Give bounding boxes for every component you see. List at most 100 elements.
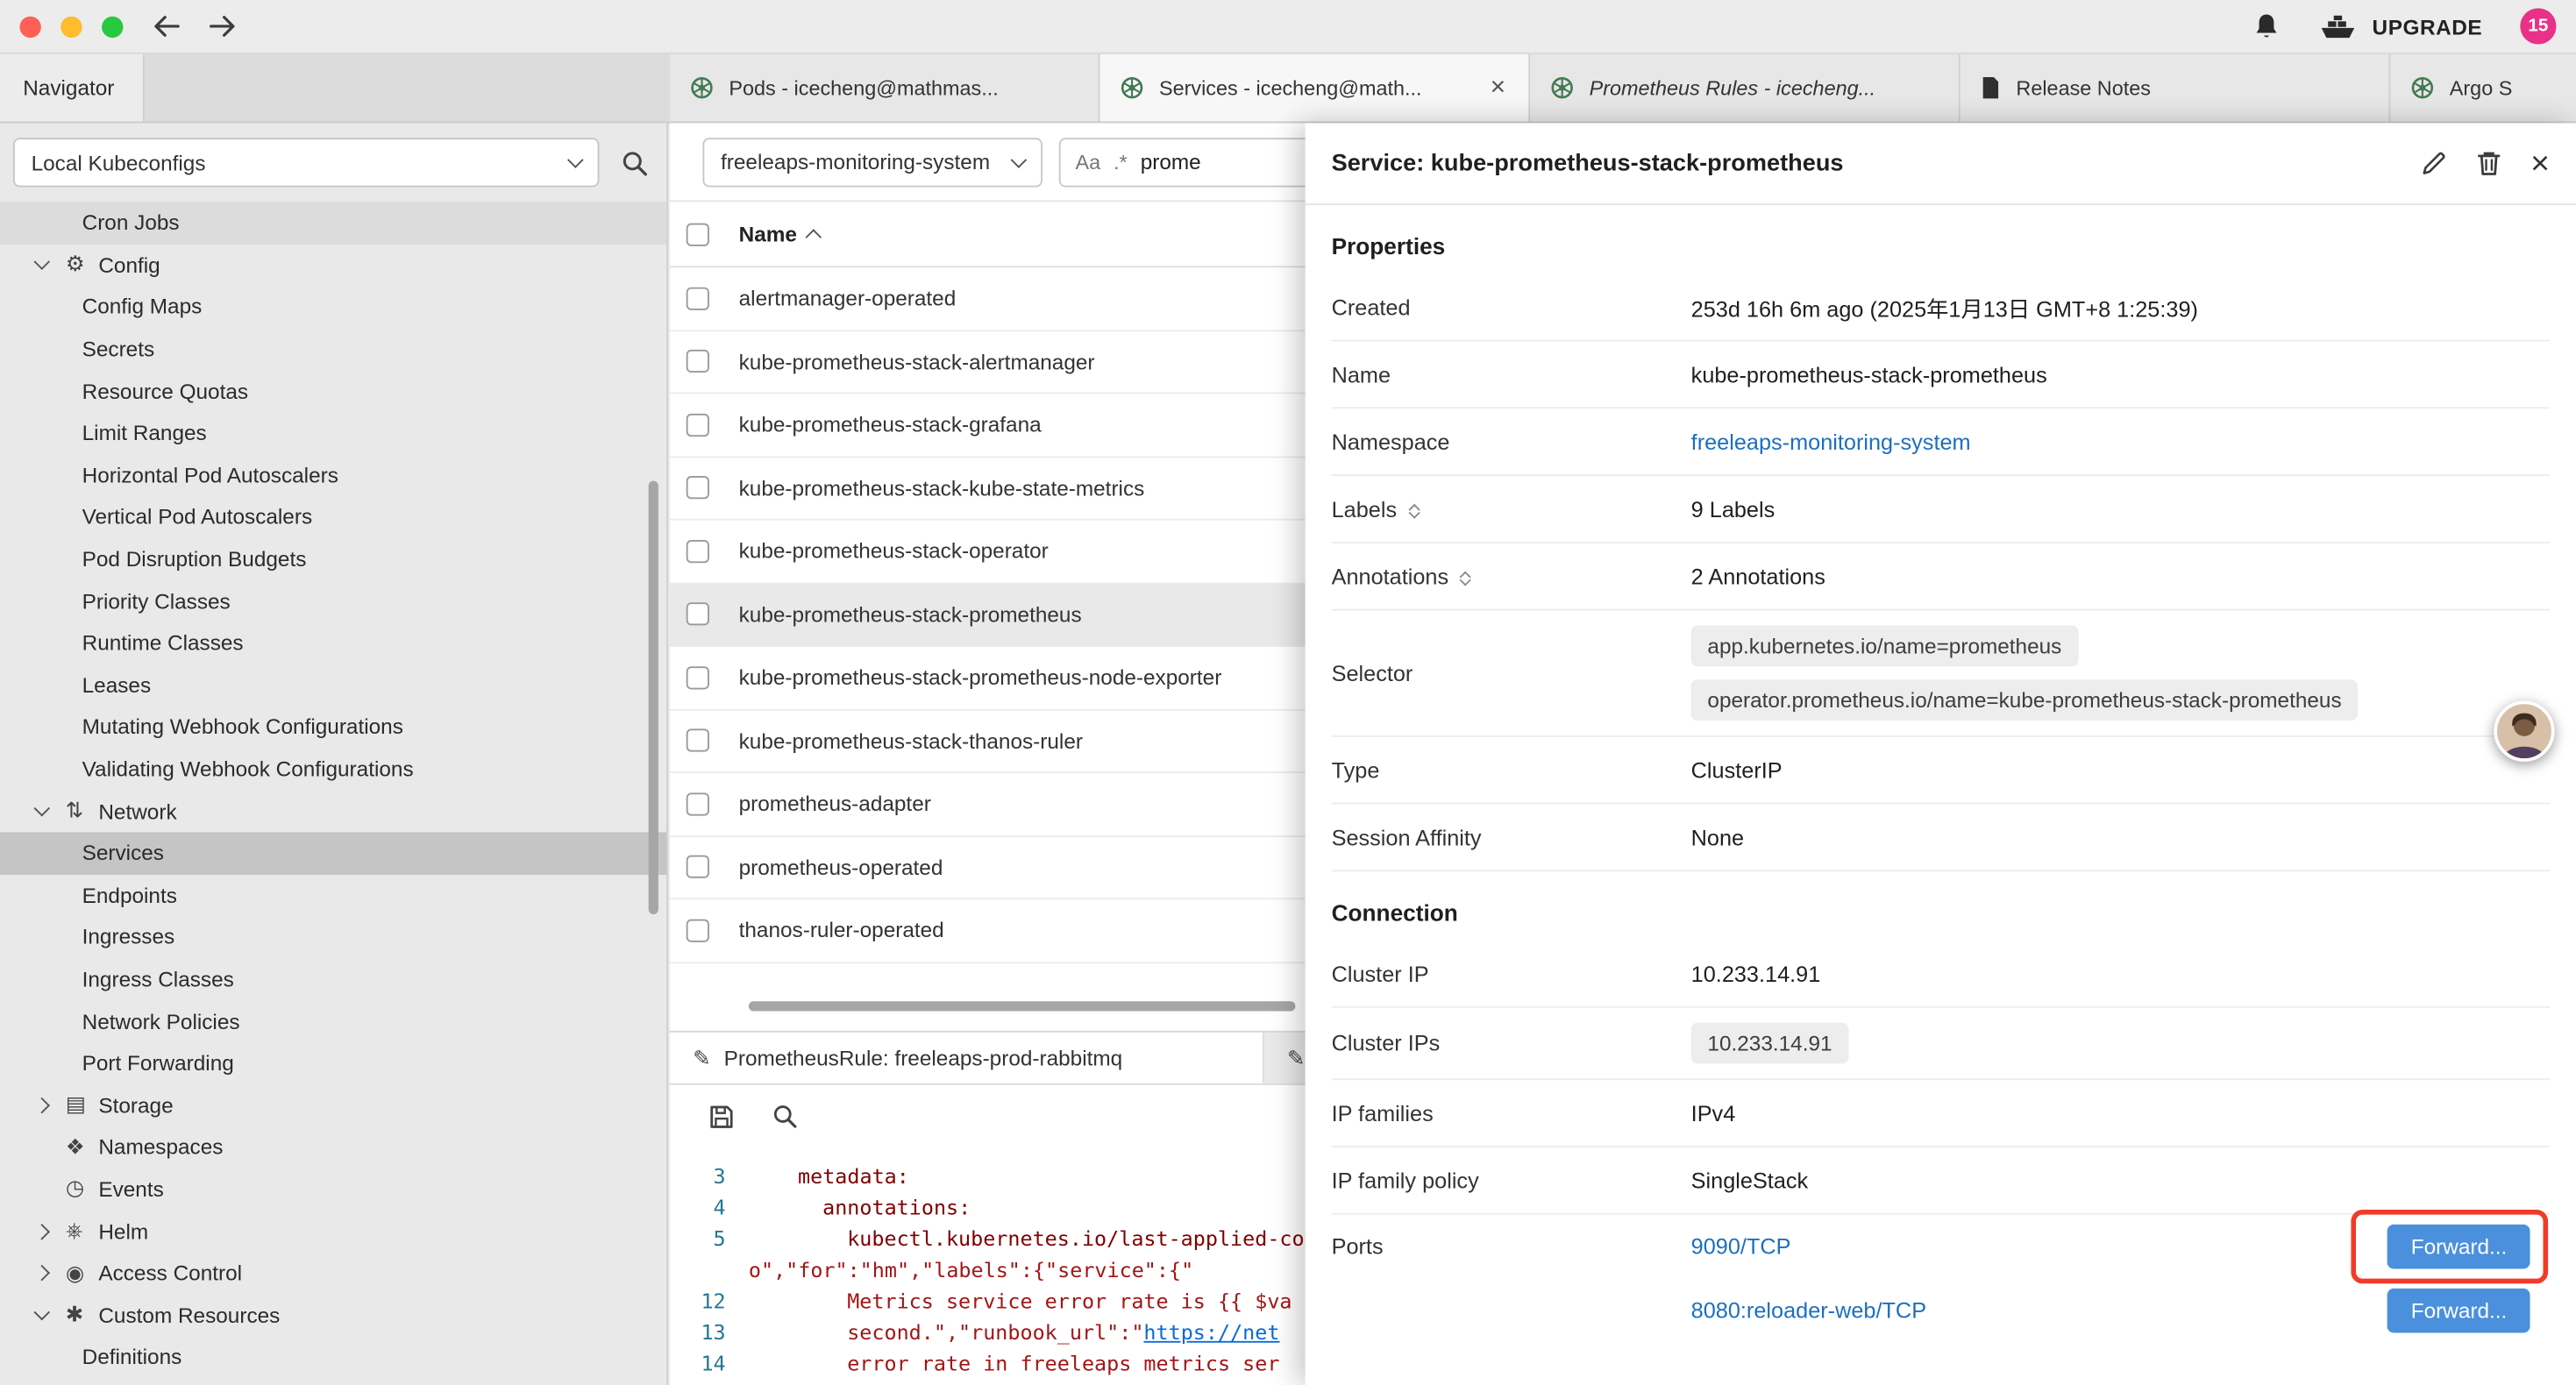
row-checkbox[interactable] xyxy=(687,856,709,878)
notifications-bell-icon[interactable] xyxy=(2252,11,2281,41)
search-input[interactable]: Aa .* prome xyxy=(1059,137,1335,186)
select-all-checkbox[interactable] xyxy=(687,223,709,245)
sidebar-item-vertical-pod-autoscalers[interactable]: Vertical Pod Autoscalers xyxy=(0,496,666,538)
sidebar-item-label: Ingresses xyxy=(82,925,175,949)
sidebar-item-network-policies[interactable]: Network Policies xyxy=(0,1000,666,1042)
sidebar-item-custom-resources[interactable]: ✱Custom Resources xyxy=(0,1294,666,1336)
row-checkbox[interactable] xyxy=(687,919,709,941)
tab-services-icecheng-math[interactable]: Services - icecheng@math...× xyxy=(1100,54,1531,122)
tab-release-notes[interactable]: Release Notes xyxy=(1960,54,2391,122)
name-column-header[interactable]: Name xyxy=(739,222,821,246)
row-checkbox[interactable] xyxy=(687,287,709,309)
close-tab-icon[interactable]: × xyxy=(1487,75,1509,101)
sidebar-item-label: Leases xyxy=(82,672,151,697)
sidebar-item-secrets[interactable]: Secrets xyxy=(0,328,666,370)
tab-pods-icecheng-mathmas[interactable]: Pods - icecheng@mathmas... xyxy=(670,54,1100,122)
tab-label: Argo S xyxy=(2450,76,2513,99)
sidebar-item-label: Network xyxy=(98,799,176,823)
sidebar-item-definitions[interactable]: Definitions xyxy=(0,1336,666,1378)
sidebar-item-label: Vertical Pod Autoscalers xyxy=(82,505,313,529)
sidebar-item-ingresses[interactable]: Ingresses xyxy=(0,916,666,958)
upgrade-button[interactable]: UPGRADE xyxy=(2318,12,2482,40)
sidebar-item-pod-disruption-budgets[interactable]: Pod Disruption Budgets xyxy=(0,538,666,580)
user-avatar[interactable] xyxy=(2494,701,2554,762)
close-panel-button[interactable]: × xyxy=(2530,147,2550,180)
save-button[interactable] xyxy=(708,1102,736,1130)
notification-count-badge[interactable]: 15 xyxy=(2520,8,2556,44)
row-checkbox[interactable] xyxy=(687,350,709,373)
sidebar-item-namespaces[interactable]: ❖Namespaces xyxy=(0,1126,666,1168)
sidebar-item-ingress-classes[interactable]: Ingress Classes xyxy=(0,958,666,1000)
row-checkbox[interactable] xyxy=(687,792,709,815)
sidebar-item-access-control[interactable]: ◉Access Control xyxy=(0,1252,666,1294)
expand-collapse-icon[interactable] xyxy=(1410,501,1418,517)
sidebar-item-label: Definitions xyxy=(82,1345,182,1369)
maximize-window-button[interactable] xyxy=(102,16,123,37)
line-number: 14 xyxy=(670,1347,726,1379)
sidebar-item-network[interactable]: ⇅Network xyxy=(0,790,666,832)
sidebar-scrollbar[interactable] xyxy=(649,481,658,914)
sidebar-item-horizontal-pod-autoscalers[interactable]: Horizontal Pod Autoscalers xyxy=(0,454,666,496)
sidebar-search-button[interactable] xyxy=(621,148,649,176)
sidebar-item-port-forwarding[interactable]: Port Forwarding xyxy=(0,1042,666,1084)
sidebar-item-services[interactable]: Services xyxy=(0,832,666,874)
regex-toggle[interactable]: .* xyxy=(1114,150,1128,173)
tab-spacer xyxy=(145,54,670,122)
storage-icon: ▤ xyxy=(66,1092,98,1119)
sidebar-item-leases[interactable]: Leases xyxy=(0,664,666,706)
namespace-link[interactable]: freeleaps-monitoring-system xyxy=(1691,430,1971,454)
namespace-filter-select[interactable]: freeleaps-monitoring-system xyxy=(702,137,1042,186)
row-checkbox[interactable] xyxy=(687,603,709,626)
sidebar-item-mutating-webhook-configurations[interactable]: Mutating Webhook Configurations xyxy=(0,706,666,748)
horizontal-scrollbar[interactable] xyxy=(749,1001,1296,1011)
sidebar-item-storage[interactable]: ▤Storage xyxy=(0,1084,666,1126)
delete-button[interactable] xyxy=(2476,149,2502,177)
sidebar-item-resource-quotas[interactable]: Resource Quotas xyxy=(0,370,666,412)
sidebar-item-label: Events xyxy=(98,1176,163,1201)
sidebar-item-limit-ranges[interactable]: Limit Ranges xyxy=(0,412,666,454)
upgrade-label: UPGRADE xyxy=(2373,14,2483,39)
edit-button[interactable] xyxy=(2421,149,2449,177)
expand-collapse-icon[interactable] xyxy=(1462,568,1469,585)
row-checkbox[interactable] xyxy=(687,476,709,499)
forward-button[interactable]: Forward... xyxy=(2388,1289,2530,1333)
sidebar-item-config-maps[interactable]: Config Maps xyxy=(0,286,666,328)
sort-ascending-icon xyxy=(806,228,822,245)
sidebar-item-label: Priority Classes xyxy=(82,589,231,614)
port-link[interactable]: 8080:reloader-web/TCP xyxy=(1691,1298,1926,1323)
minimize-window-button[interactable] xyxy=(60,16,82,37)
editor-search-button[interactable] xyxy=(772,1103,798,1129)
value-badge: app.kubernetes.io/name=prometheus xyxy=(1691,625,2078,666)
row-checkbox[interactable] xyxy=(687,666,709,689)
back-button[interactable] xyxy=(151,13,182,39)
sidebar-item-helm[interactable]: ⎈Helm xyxy=(0,1211,666,1253)
sidebar-item-config[interactable]: ⚙Config xyxy=(0,244,666,286)
document-icon xyxy=(1980,75,2001,100)
close-window-button[interactable] xyxy=(19,16,40,37)
row-checkbox[interactable] xyxy=(687,540,709,563)
sidebar-item-events[interactable]: ◷Events xyxy=(0,1168,666,1211)
service-name: kube-prometheus-stack-alertmanager xyxy=(739,349,1095,373)
line-number: 12 xyxy=(670,1285,726,1317)
match-case-toggle[interactable]: Aa xyxy=(1075,150,1100,173)
sidebar-item-priority-classes[interactable]: Priority Classes xyxy=(0,580,666,622)
line-number: 4 xyxy=(670,1191,726,1223)
sidebar-item-validating-webhook-configurations[interactable]: Validating Webhook Configurations xyxy=(0,748,666,790)
navigator-tab[interactable]: Navigator xyxy=(0,54,145,122)
port-line: 9090/TCP Forward... xyxy=(1691,1215,2550,1279)
config-icon: ⚙ xyxy=(66,252,98,278)
sidebar-item-runtime-classes[interactable]: Runtime Classes xyxy=(0,622,666,664)
kubeconfig-selector[interactable]: Local Kubeconfigs xyxy=(13,138,599,187)
port-link[interactable]: 9090/TCP xyxy=(1691,1234,1791,1259)
sidebar-item-cron-jobs[interactable]: Cron Jobs xyxy=(0,202,666,244)
row-checkbox[interactable] xyxy=(687,729,709,752)
tab-argo-s[interactable]: Argo S xyxy=(2390,54,2576,122)
service-name: kube-prometheus-stack-operator xyxy=(739,539,1049,564)
sidebar-item-endpoints[interactable]: Endpoints xyxy=(0,874,666,916)
row-checkbox[interactable] xyxy=(687,413,709,436)
editor-tab-prometheusrule[interactable]: ✎ PrometheusRule: freeleaps-prod-rabbitm… xyxy=(670,1033,1264,1083)
forward-button[interactable]: Forward... xyxy=(2388,1225,2530,1269)
tab-prometheus-rules-icecheng[interactable]: Prometheus Rules - icecheng... xyxy=(1530,54,1960,122)
forward-button[interactable] xyxy=(207,13,238,39)
property-row-created: Created253d 16h 6m ago (2025年1月13日 GMT+8… xyxy=(1332,274,2550,342)
